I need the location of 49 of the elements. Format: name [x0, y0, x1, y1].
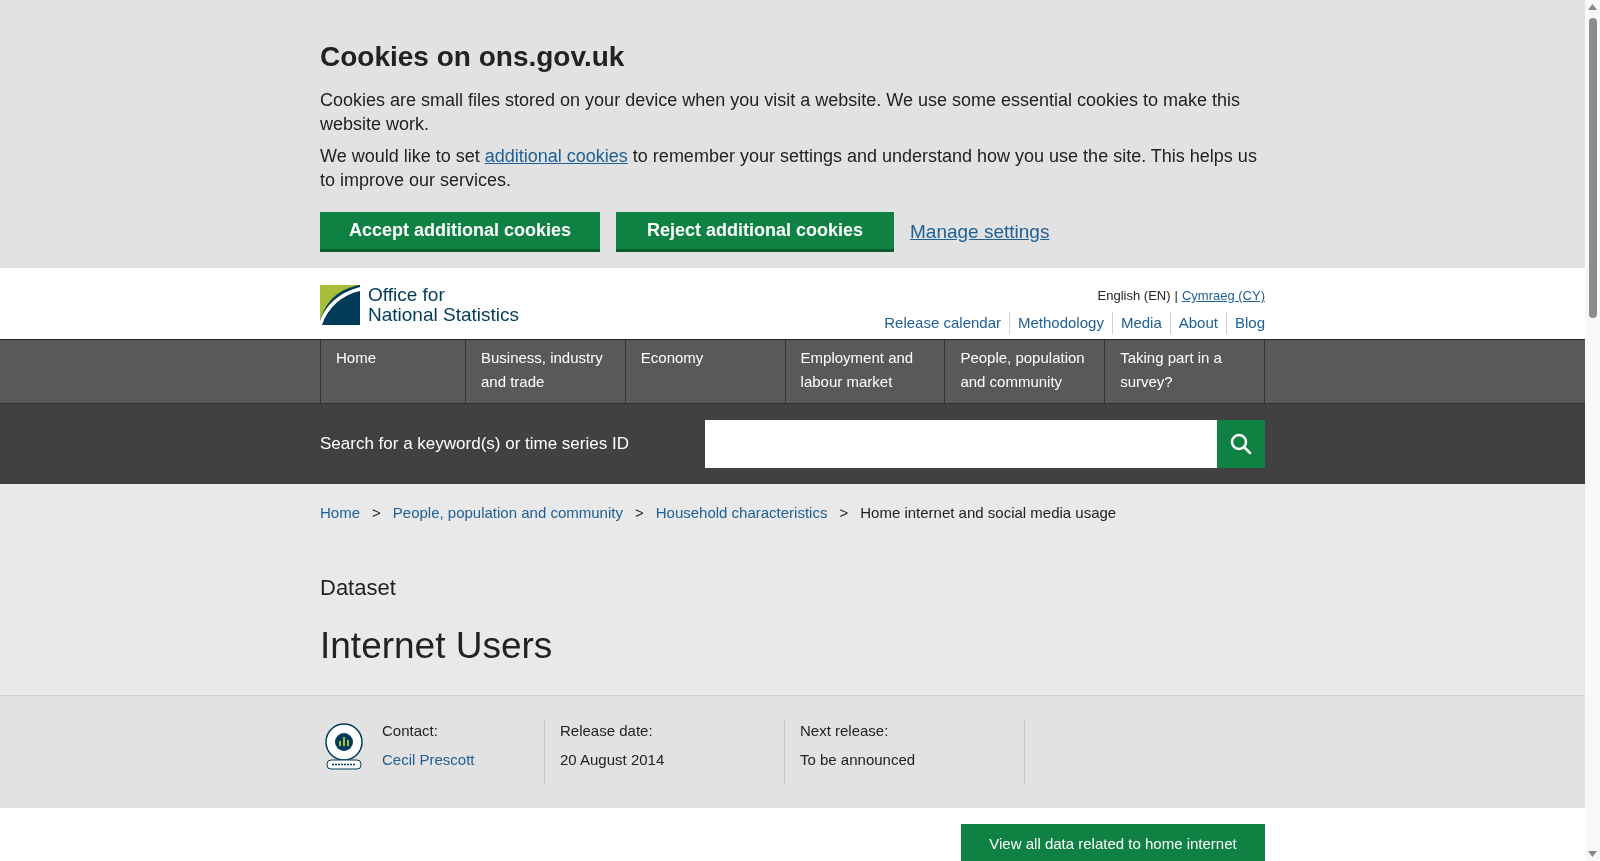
search-button[interactable]	[1217, 420, 1265, 468]
scroll-thumb[interactable]	[1588, 18, 1597, 318]
nav-item[interactable]: Economy	[625, 340, 786, 403]
accept-button[interactable]: Accept additional cookies	[320, 212, 600, 252]
breadcrumb-link[interactable]: Home	[320, 502, 360, 525]
breadcrumb-separator: >	[372, 503, 381, 523]
scroll-down-icon[interactable]	[1588, 851, 1597, 857]
meta-label: Next release:	[800, 721, 890, 741]
nav-item[interactable]: Employment and labour market	[785, 340, 946, 403]
utility-link[interactable]: Release calendar	[876, 311, 1009, 334]
language-link[interactable]: Cymraeg (CY)	[1181, 286, 1265, 306]
breadcrumb-link[interactable]: Household characteristics	[655, 502, 828, 525]
meta-label: Contact:	[382, 721, 439, 741]
language-separator: |	[1174, 287, 1178, 305]
utility-link[interactable]: Blog	[1225, 311, 1265, 334]
nav-item[interactable]: People, population and community	[945, 340, 1106, 403]
meta-value: 20 August 2014	[560, 749, 666, 770]
nav-item[interactable]: Home	[321, 340, 466, 403]
manage-settings-link[interactable]: Manage settings	[910, 217, 1050, 247]
logo-text: Office for	[368, 284, 446, 305]
banner-title: Cookies on ons.gov.uk	[320, 40, 626, 74]
search-field[interactable]	[705, 420, 1217, 468]
language-link[interactable]: English (EN)	[1097, 286, 1171, 306]
related-data-button[interactable]: View all data related to home internet	[961, 824, 1265, 861]
utility-link[interactable]: Media	[1111, 311, 1170, 334]
reject-button[interactable]: Reject additional cookies	[616, 212, 894, 252]
logo-text: National Statistics	[368, 304, 519, 325]
nav-item[interactable]: Business, industry and trade	[466, 340, 626, 403]
logo-icon	[320, 284, 360, 325]
nav-item[interactable]: Taking part in a survey?	[1105, 340, 1265, 403]
breadcrumb-separator: >	[839, 503, 849, 523]
meta-label: Release date:	[560, 721, 654, 741]
scroll-up-icon[interactable]	[1588, 4, 1597, 10]
search-icon	[1230, 433, 1252, 455]
meta-value: To be announced	[800, 749, 917, 770]
search-label: Search for a keyword(s) or time series ID	[320, 433, 630, 456]
page-title: Internet Users	[320, 623, 554, 668]
page-type: Dataset	[320, 573, 397, 602]
cookies-link[interactable]: additional cookies	[484, 146, 628, 166]
breadcrumb-current: Home internet and social media usage	[860, 503, 1117, 523]
contact-link[interactable]: Cecil Prescott	[382, 748, 544, 771]
accredited-badge-icon	[324, 722, 364, 770]
utility-link[interactable]: Methodology	[1009, 311, 1112, 334]
breadcrumb-link[interactable]: People, population and community	[392, 502, 623, 525]
breadcrumb-separator: >	[634, 503, 644, 523]
scrollbar[interactable]	[1585, 0, 1600, 861]
banner-paragraph: Cookies are small files stored on your device when you visit a website. We use some essential cookies to make this website work.	[320, 89, 1242, 136]
banner-paragraph: We would like to set additional cookies to remember your settings and understand how you use the site. This helps us to improve our services.	[320, 145, 1258, 192]
utility-link[interactable]: About	[1169, 311, 1226, 334]
